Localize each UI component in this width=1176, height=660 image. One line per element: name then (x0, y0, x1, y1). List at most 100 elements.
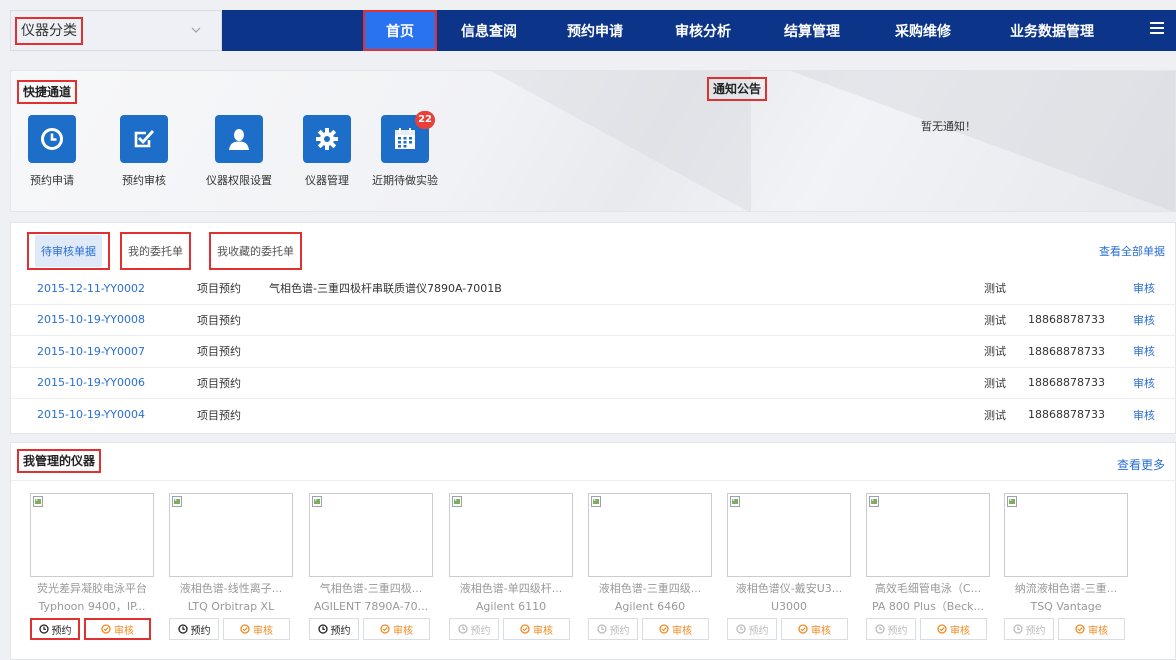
shortcut-tile: 22 (381, 111, 435, 163)
review-order-link[interactable]: 审核 (1133, 312, 1155, 328)
book-button[interactable]: 预约 (169, 618, 219, 640)
shortcut-upcoming-experiments[interactable]: 22 近期待做实验 (372, 111, 438, 188)
order-id-link[interactable]: 2015-10-19-YY0004 (37, 408, 145, 421)
orders-table: 2015-12-11-YY0002 项目预约 气相色谱-三重四极杆串联质谱仪78… (11, 273, 1176, 431)
order-instrument: 气相色谱-三重四极杆串联质谱仪7890A-7001B (269, 282, 502, 296)
tab-favorite-orders[interactable]: 我收藏的委托单 (209, 232, 302, 270)
orders-tabs: 待审核单据 我的委托单 我收藏的委托单 (27, 232, 312, 270)
instrument-image[interactable] (449, 493, 573, 577)
nav-review[interactable]: 审核分析 (649, 10, 757, 51)
book-button[interactable]: 预约 (588, 618, 638, 640)
review-button[interactable]: 审核 (781, 618, 848, 640)
order-id-link[interactable]: 2015-10-19-YY0007 (37, 345, 145, 358)
instrument-image[interactable] (169, 493, 293, 577)
view-all-orders-link[interactable]: 查看全部单据 (1099, 243, 1165, 259)
order-type: 项目预约 (197, 282, 241, 296)
book-button-label: 预约 (609, 625, 630, 637)
nav-booking[interactable]: 预约申请 (541, 10, 649, 51)
order-phone: 18868878733 (1028, 376, 1105, 390)
book-button[interactable]: 预约 (1004, 618, 1054, 640)
instrument-category-select[interactable]: 仪器分类 (10, 10, 222, 51)
nav-business-data[interactable]: 业务数据管理 (979, 10, 1125, 51)
table-row: 2015-10-19-YY0008 项目预约 测试 18868878733 审核 (11, 305, 1176, 336)
clock-icon (457, 624, 468, 634)
instrument-card: 纳流液相色谱-三重... TSQ Vantage 预约 审核 (1004, 493, 1128, 640)
book-button[interactable]: 预约 (449, 618, 499, 640)
order-id-link[interactable]: 2015-10-19-YY0008 (37, 313, 145, 326)
review-button[interactable]: 审核 (223, 618, 290, 640)
review-order-link[interactable]: 审核 (1133, 343, 1155, 359)
nav-booking-label: 预约申请 (567, 23, 623, 40)
table-row: 2015-10-19-YY0007 项目预约 测试 18868878733 审核 (11, 336, 1176, 368)
instrument-image[interactable] (727, 493, 851, 577)
book-button[interactable]: 预约 (727, 618, 777, 640)
clock-icon (38, 624, 49, 634)
order-id-link[interactable]: 2015-12-11-YY0002 (37, 282, 145, 295)
tab-pending-review-label: 待审核单据 (35, 235, 102, 267)
check-square-icon (134, 130, 155, 148)
shortcut-booking-review[interactable]: 预约审核 (120, 115, 168, 188)
review-button-label: 审核 (253, 625, 273, 637)
gear-icon (316, 128, 338, 150)
broken-image-icon (869, 496, 879, 507)
broken-image-icon (33, 496, 43, 507)
nav-procurement[interactable]: 采购维修 (867, 10, 979, 51)
check-circle-icon (101, 624, 111, 634)
review-button-label: 审核 (533, 625, 553, 637)
review-button[interactable]: 审核 (363, 618, 430, 640)
review-button[interactable]: 审核 (1058, 618, 1125, 640)
instrument-image[interactable] (588, 493, 712, 577)
book-button[interactable]: 预约 (30, 618, 80, 640)
instrument-card: 气相色谱-三重四极... AGILENT 7890A-70... 预约 审核 (309, 493, 433, 640)
quick-channel-panel: 快捷通道 预约申请 预约审核 仪器权限设置 仪器管理 22 近期待做实验 通知公… (10, 70, 1176, 212)
instrument-image[interactable] (1004, 493, 1128, 577)
user-icon (229, 129, 249, 150)
book-button-label: 预约 (748, 625, 769, 637)
shortcut-permission-settings[interactable]: 仪器权限设置 (206, 115, 272, 188)
clock-icon (41, 128, 63, 150)
check-circle-icon (1075, 624, 1085, 634)
tab-my-orders[interactable]: 我的委托单 (120, 232, 191, 270)
table-row: 2015-12-11-YY0002 项目预约 气相色谱-三重四极杆串联质谱仪78… (11, 273, 1176, 305)
instrument-model: U3000 (770, 600, 808, 613)
shortcut-instrument-management[interactable]: 仪器管理 (303, 115, 351, 188)
book-button-label: 预约 (1025, 625, 1046, 637)
broken-image-icon (1007, 496, 1017, 507)
review-button[interactable]: 审核 (503, 618, 570, 640)
review-order-link[interactable]: 审核 (1133, 280, 1155, 296)
review-order-link[interactable]: 审核 (1133, 407, 1155, 423)
review-button-label: 审核 (1088, 625, 1108, 637)
book-button[interactable]: 预约 (866, 618, 916, 640)
review-order-link[interactable]: 审核 (1133, 375, 1155, 391)
hamburger-menu-icon[interactable] (1150, 22, 1164, 36)
view-more-instruments-link[interactable]: 查看更多 (1117, 456, 1165, 473)
instrument-actions: 预约 审核 (727, 618, 851, 640)
shortcut-booking-apply[interactable]: 预约申请 (28, 115, 76, 188)
book-button[interactable]: 预约 (309, 618, 359, 640)
nav-home-label: 首页 (386, 23, 414, 40)
instrument-image[interactable] (309, 493, 433, 577)
instrument-name: 液相色谱-三重四级... (598, 582, 702, 595)
order-id-link[interactable]: 2015-10-19-YY0006 (37, 376, 145, 389)
tab-pending-review[interactable]: 待审核单据 (27, 232, 110, 270)
order-user: 测试 (984, 376, 1006, 390)
instrument-image[interactable] (866, 493, 990, 577)
order-user: 测试 (984, 408, 1006, 422)
order-type: 项目预约 (197, 313, 241, 327)
instrument-actions: 预约 审核 (1004, 618, 1128, 640)
tab-favorite-orders-label: 我收藏的委托单 (217, 245, 294, 258)
instrument-image[interactable] (30, 493, 154, 577)
review-button[interactable]: 审核 (920, 618, 987, 640)
shortcut-label: 预约审核 (122, 174, 166, 187)
review-button[interactable]: 审核 (642, 618, 709, 640)
review-button[interactable]: 审核 (84, 618, 151, 640)
broken-image-icon (730, 496, 740, 507)
nav-info[interactable]: 信息查阅 (437, 10, 541, 51)
review-button-label: 审核 (114, 625, 134, 637)
instrument-card: 液相色谱-线性离子... LTQ Orbitrap XL 预约 审核 (169, 493, 293, 640)
order-type: 项目预约 (197, 376, 241, 390)
instrument-card: 液相色谱仪-戴安U3... U3000 预约 审核 (727, 493, 851, 640)
nav-settlement[interactable]: 结算管理 (757, 10, 867, 51)
nav-home[interactable]: 首页 (363, 10, 437, 51)
order-phone: 18868878733 (1028, 344, 1105, 358)
